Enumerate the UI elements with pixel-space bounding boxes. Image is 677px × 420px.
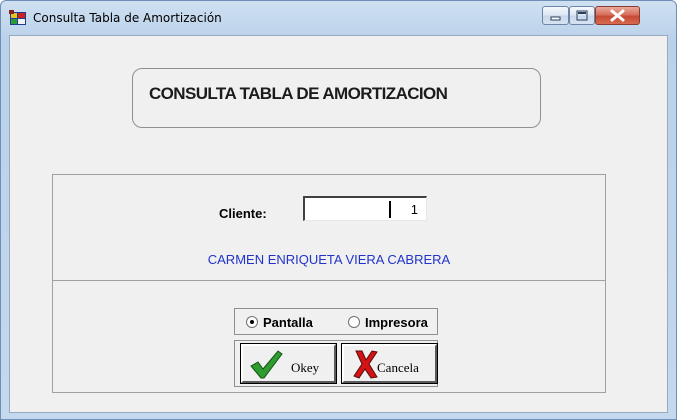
minimize-icon [550,16,561,21]
okey-label: Okey [291,360,320,375]
cancela-button[interactable]: Cancela [341,343,438,384]
window-title: Consulta Tabla de Amortización [33,11,222,25]
maximize-button[interactable] [569,6,595,25]
title-bar[interactable]: Consulta Tabla de Amortización [1,1,676,35]
button-group: Okey Cancela [234,340,438,387]
header-panel: CONSULTA TABLA DE AMORTIZACION [132,68,541,128]
cliente-input[interactable]: 1 [303,196,427,221]
okey-button[interactable]: Okey [240,343,337,384]
client-name-text: CARMEN ENRIQUETA VIERA CABRERA [207,252,451,267]
close-button[interactable] [595,6,640,25]
minimize-button[interactable] [542,6,569,25]
form-body: CONSULTA TABLA DE AMORTIZACION Cliente: … [9,35,668,413]
cliente-value: 1 [410,202,418,217]
cancela-label: Cancela [377,360,419,375]
checkmark-icon [250,350,283,379]
output-radio-group: Pantalla Impresora [234,308,438,335]
client-panel: Cliente: 1 CARMEN ENRIQUETA VIERA CABRER… [52,174,606,281]
radio-pantalla-label: Pantalla [263,315,313,330]
radio-impresora-label: Impresora [365,315,428,330]
actions-panel: Pantalla Impresora Okey Cancela [52,281,606,393]
radio-impresora[interactable]: Impresora [348,315,428,330]
text-caret [389,201,391,218]
close-icon [610,9,625,22]
app-icon [9,10,26,25]
maximize-icon [576,10,588,21]
cliente-label: Cliente: [219,206,267,221]
x-icon [353,350,378,379]
radio-pantalla[interactable]: Pantalla [246,315,313,330]
page-title: CONSULTA TABLA DE AMORTIZACION [149,84,448,103]
radio-unchecked-icon [348,316,360,328]
radio-checked-icon [246,316,258,328]
app-window: Consulta Tabla de Amortización CONSULTA … [0,0,677,420]
